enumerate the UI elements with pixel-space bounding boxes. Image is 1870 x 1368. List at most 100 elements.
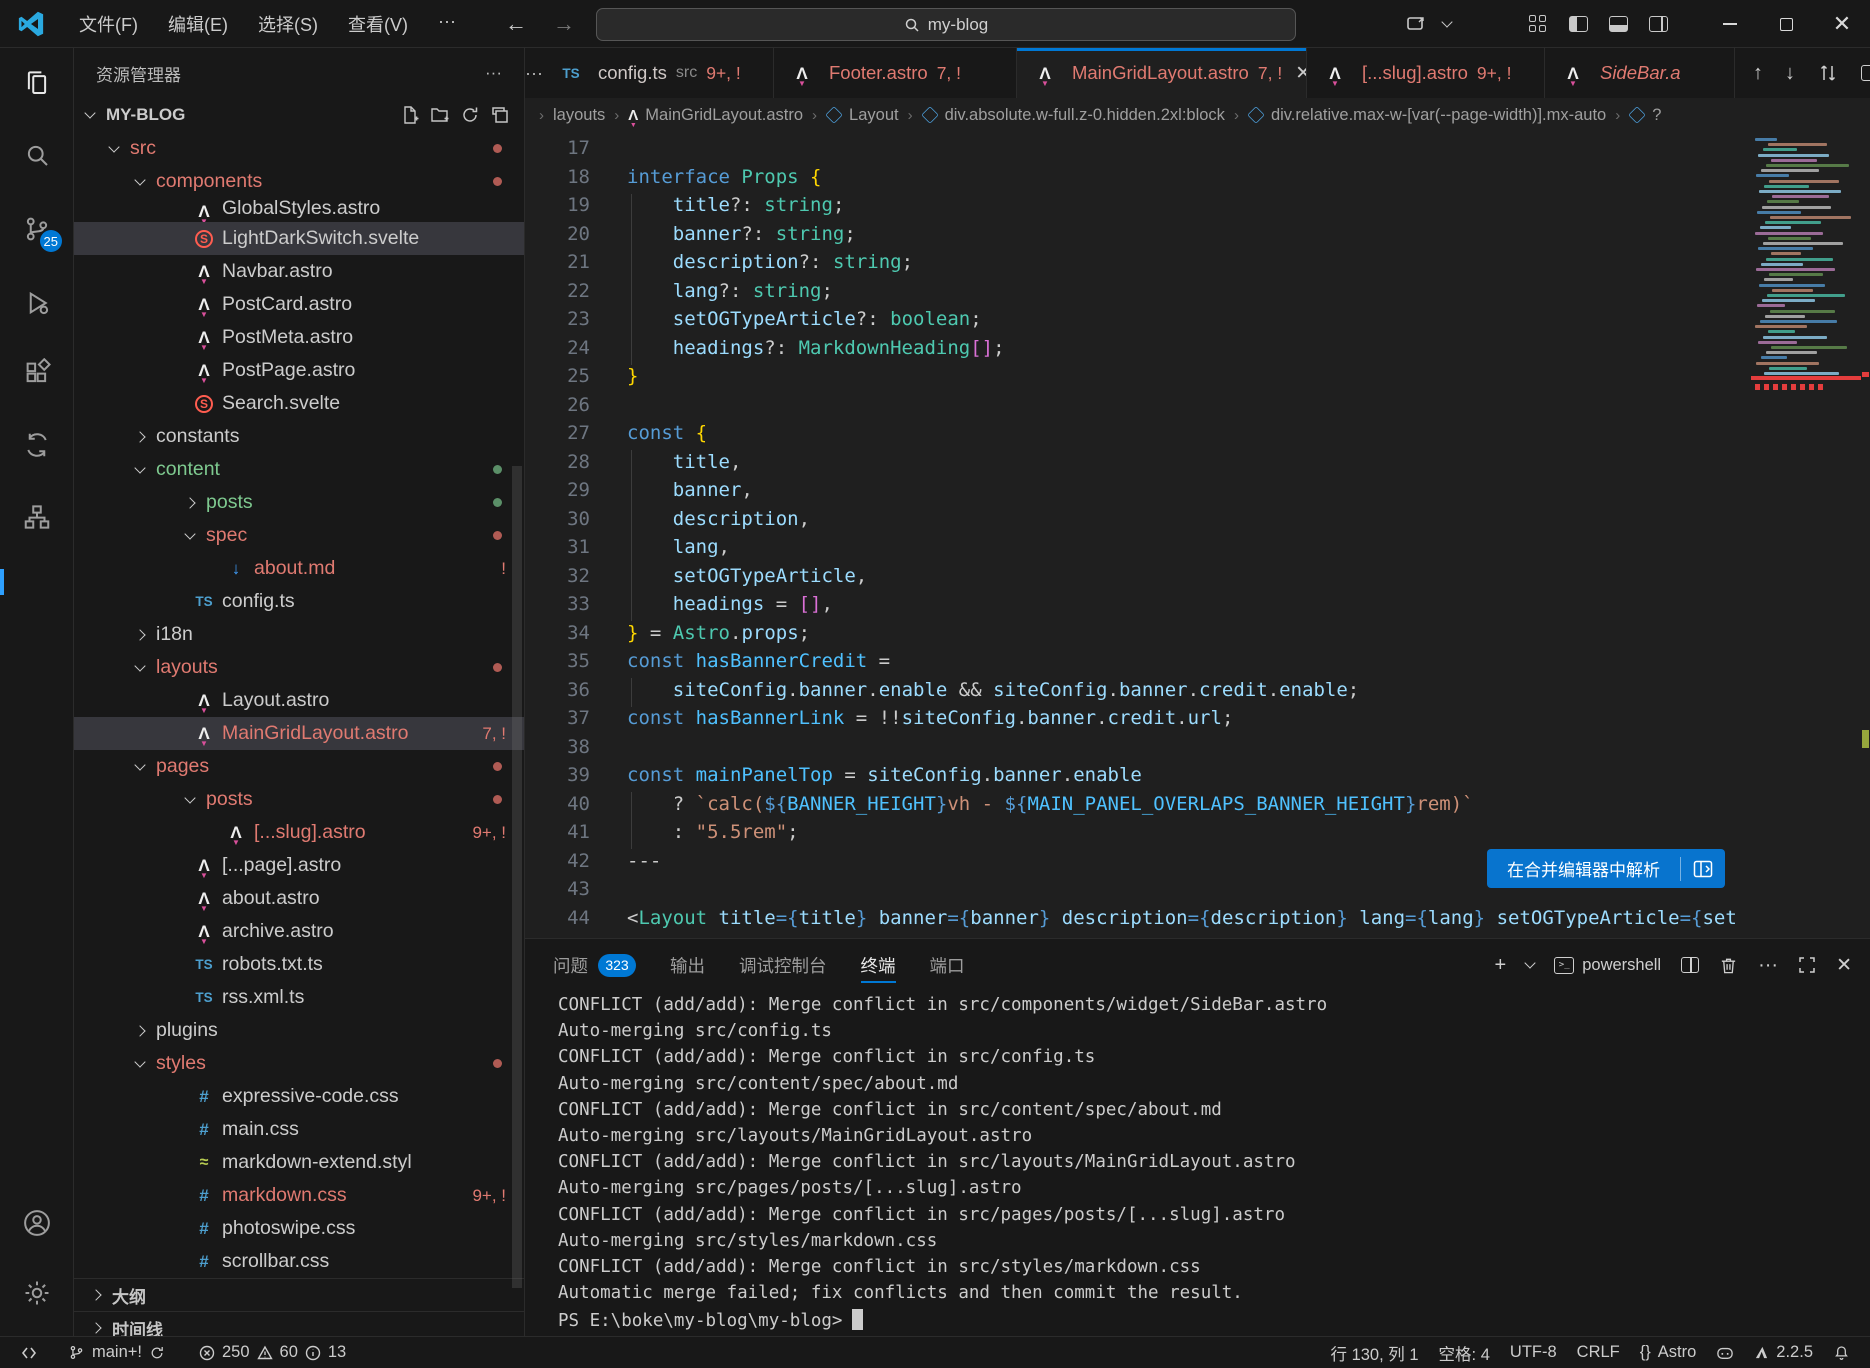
tree-item[interactable]: TSrss.xml.ts [74, 981, 524, 1014]
tree-item[interactable]: ΛLayout.astro [74, 684, 524, 717]
panel-tab-问题[interactable]: 问题323 [553, 939, 636, 991]
tree-item[interactable]: #photoswipe.css [74, 1212, 524, 1245]
editor-tab[interactable]: ΛMainGridLayout.astro7, !✕ [1017, 48, 1307, 98]
run-debug-icon[interactable] [0, 274, 74, 332]
editor-tab[interactable]: ΛSideBar.a [1545, 48, 1735, 98]
close-panel-icon[interactable]: ✕ [1836, 954, 1852, 977]
editor-tab[interactable]: Λ[...slug].astro9+, ! [1307, 48, 1545, 98]
panel-more-actions-icon[interactable]: ··· [1758, 954, 1778, 977]
terminal-output[interactable]: CONFLICT (add/add): Merge conflict in sr… [525, 991, 1870, 1335]
toggle-primary-sidebar-icon[interactable] [1558, 0, 1598, 48]
breadcrumb-item[interactable]: div.absolute.w-full.z-0.hidden.2xl:block [922, 106, 1225, 125]
terminal-dropdown-icon[interactable] [1525, 957, 1536, 968]
tree-item[interactable]: ↓about.md! [74, 552, 524, 585]
tree-folder[interactable]: spec [74, 519, 524, 552]
tree-item[interactable]: Λ[...slug].astro9+, ! [74, 816, 524, 849]
toggle-panel-icon[interactable] [1598, 0, 1638, 48]
compare-changes-icon[interactable] [1817, 63, 1839, 83]
tree-item[interactable]: #main.css [74, 1113, 524, 1146]
more-tabs-icon[interactable]: ··· [525, 48, 543, 98]
tree-item[interactable]: TSrobots.txt.ts [74, 948, 524, 981]
panel-tab-端口[interactable]: 端口 [930, 939, 965, 991]
new-file-icon[interactable] [400, 105, 420, 125]
terminal-instance[interactable]: >_ powershell [1554, 956, 1661, 975]
outline-section[interactable]: 大纲 [74, 1278, 524, 1311]
minimize-button[interactable] [1702, 0, 1758, 48]
astro-version-status[interactable]: 2.2.5 [1744, 1337, 1823, 1368]
resolve-in-merge-editor-button[interactable]: 在合并编辑器中解析 [1487, 849, 1725, 888]
tree-item[interactable]: #expressive-code.css [74, 1080, 524, 1113]
maximize-button[interactable] [1758, 0, 1814, 48]
menu-view[interactable]: 查看(V) [333, 5, 423, 43]
new-terminal-icon[interactable]: + [1495, 954, 1507, 977]
tree-folder[interactable]: styles [74, 1047, 524, 1080]
tree-folder[interactable]: content [74, 453, 524, 486]
language-mode[interactable]: {} Astro [1630, 1337, 1707, 1368]
tree-folder[interactable]: src [74, 132, 524, 165]
tree-item[interactable]: SLightDarkSwitch.svelte [74, 222, 524, 255]
tree-item[interactable]: #markdown.css9+, ! [74, 1179, 524, 1212]
copilot-status-icon[interactable] [1706, 1337, 1744, 1368]
tree-item[interactable]: #scrollbar.css [74, 1245, 524, 1278]
tree-item[interactable]: Λarchive.astro [74, 915, 524, 948]
project-root-row[interactable]: MY-BLOG [74, 98, 524, 132]
settings-gear-icon[interactable] [0, 1264, 74, 1322]
encoding[interactable]: UTF-8 [1500, 1337, 1567, 1368]
sync-arrows-icon[interactable] [0, 416, 74, 474]
notifications-bell-icon[interactable] [1823, 1337, 1860, 1368]
tree-item[interactable]: ≈markdown-extend.styl [74, 1146, 524, 1179]
panel-tab-输出[interactable]: 输出 [670, 939, 705, 991]
breadcrumb-item[interactable]: div.relative.max-w-[var(--page-width)].m… [1248, 106, 1606, 125]
copilot-icon[interactable] [1396, 0, 1436, 48]
split-terminal-icon[interactable] [1681, 957, 1699, 973]
panel-tab-调试控制台[interactable]: 调试控制台 [739, 939, 827, 991]
menu-file[interactable]: 文件(F) [64, 5, 153, 43]
account-icon[interactable] [0, 1194, 74, 1252]
problems-status[interactable]: 250 60 13 [189, 1337, 356, 1368]
tree-folder[interactable]: i18n [74, 618, 524, 651]
sidebar-scrollbar[interactable] [512, 466, 522, 1288]
kill-terminal-trash-icon[interactable] [1719, 956, 1738, 975]
editor-tab[interactable]: TSconfig.tssrc9+, ! [543, 48, 774, 98]
breadcrumb-item[interactable]: Layout [826, 106, 899, 125]
toggle-secondary-sidebar-icon[interactable] [1638, 0, 1678, 48]
tree-item[interactable]: ΛPostPage.astro [74, 354, 524, 387]
search-icon[interactable] [0, 126, 74, 184]
command-center-search[interactable]: my-blog [596, 8, 1296, 41]
arrow-up-icon[interactable]: ↑ [1753, 62, 1763, 85]
cursor-position[interactable]: 行 130, 列 1 [1321, 1337, 1429, 1368]
breadcrumb-item[interactable]: ΛMainGridLayout.astro [628, 106, 803, 125]
chevron-down-icon[interactable] [1436, 0, 1458, 48]
explorer-more-icon[interactable]: ··· [485, 63, 502, 83]
tree-item[interactable]: TSconfig.ts [74, 585, 524, 618]
tree-folder[interactable]: posts [74, 783, 524, 816]
tree-item[interactable]: Λabout.astro [74, 882, 524, 915]
tree-folder[interactable]: plugins [74, 1014, 524, 1047]
forward-arrow-icon[interactable]: → [553, 11, 575, 37]
tree-folder[interactable]: constants [74, 420, 524, 453]
tree-item[interactable]: ΛGlobalStyles.astro [74, 198, 524, 222]
menu-more[interactable]: ··· [423, 5, 471, 43]
customize-layout-icon[interactable] [1518, 0, 1558, 48]
tree-folder[interactable]: components [74, 165, 524, 198]
collapse-all-icon[interactable] [490, 105, 510, 125]
eol-sequence[interactable]: CRLF [1567, 1337, 1630, 1368]
source-control-icon[interactable]: 25 [0, 200, 74, 258]
back-arrow-icon[interactable]: ← [505, 11, 527, 37]
git-branch-status[interactable]: main+! [58, 1337, 175, 1368]
breadcrumb-item[interactable]: layouts [553, 106, 605, 125]
split-editor-icon[interactable] [1861, 65, 1870, 81]
tree-item[interactable]: ΛNavbar.astro [74, 255, 524, 288]
tree-item[interactable]: ΛMainGridLayout.astro7, ! [74, 717, 524, 750]
close-button[interactable]: ✕ [1814, 0, 1870, 48]
breadcrumb-item[interactable]: ? [1629, 106, 1661, 125]
tree-item[interactable]: Λ[...page].astro [74, 849, 524, 882]
maximize-panel-icon[interactable] [1798, 956, 1816, 974]
menu-selection[interactable]: 选择(S) [243, 5, 333, 43]
refresh-icon[interactable] [460, 105, 480, 125]
tree-folder[interactable]: posts [74, 486, 524, 519]
arrow-down-icon[interactable]: ↓ [1785, 62, 1795, 85]
tree-item[interactable]: SSearch.svelte [74, 387, 524, 420]
minimap[interactable] [1751, 132, 1861, 938]
menu-edit[interactable]: 编辑(E) [153, 5, 243, 43]
